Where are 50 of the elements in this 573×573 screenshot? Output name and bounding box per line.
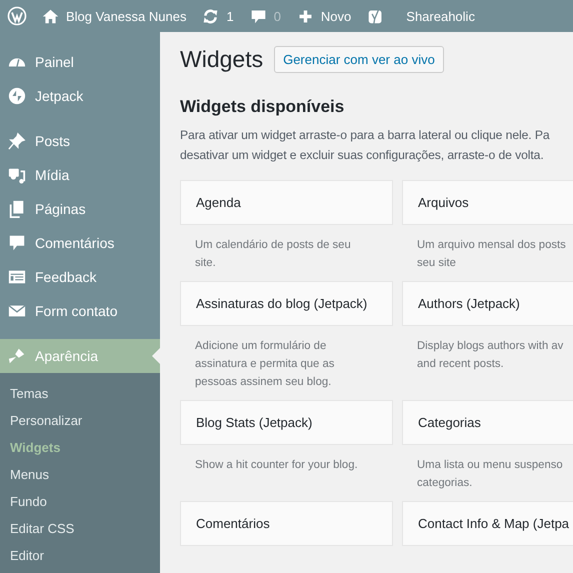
menu-item[interactable]: Feedback [0, 260, 160, 294]
widget-card[interactable]: Contact Info & Map (Jetpa [402, 501, 573, 546]
menu-item[interactable]: Jetpack [0, 79, 160, 113]
submenu-item[interactable]: Editar CSS [0, 515, 160, 542]
widget-description: Show a hit counter for your blog. [194, 458, 359, 473]
refresh-icon [202, 8, 220, 24]
submenu-item[interactable]: Menus [0, 461, 160, 488]
menu-item[interactable]: Páginas [0, 192, 160, 226]
intro-text: Para ativar um widget arraste-o para a barra lateral ou clique nele. Pa desativar um widget e excluir suas configurações, arraste-o de volta. [180, 127, 551, 164]
seo-logo-icon[interactable] [367, 8, 384, 24]
widget-description: Display blogs authors with av and recent posts. [416, 339, 564, 372]
media-icon [8, 166, 26, 184]
site-link[interactable]: Blog Vanessa Nunes [42, 8, 186, 24]
bolt-circle-icon [8, 87, 26, 105]
new-link[interactable]: Novo [296, 8, 352, 24]
widget-card[interactable]: Assinaturas do blog (Jetpack) [180, 281, 393, 326]
comment-icon [8, 234, 26, 252]
widget-description: Um arquivo mensal dos posts seu site [416, 238, 567, 271]
widget-card[interactable]: Blog Stats (Jetpack) [180, 400, 393, 445]
form-icon [8, 268, 26, 286]
submenu-item[interactable]: Personalizar [0, 407, 160, 434]
submenu-item[interactable]: Fundo [0, 488, 160, 515]
pages-icon [8, 200, 26, 218]
widget-card[interactable]: Categorias [402, 400, 573, 445]
manage-live-button[interactable]: Gerenciar com ver ao vivo [274, 46, 444, 73]
section-title: Widgets disponíveis [180, 97, 346, 117]
menu-item[interactable]: Form contato [0, 294, 160, 328]
submenu-item[interactable]: Editor [0, 542, 160, 569]
comment-icon [250, 8, 267, 24]
pin-icon [8, 132, 26, 150]
plus-icon [296, 8, 314, 24]
widget-card[interactable]: Agenda [180, 180, 393, 225]
submenu-item[interactable]: Temas [0, 380, 160, 407]
widget-description: Uma lista ou menu suspenso categorias. [416, 458, 564, 491]
widget-card[interactable]: Arquivos [402, 180, 573, 225]
widget-description: Adicione um formulário de assinatura e permita que as pessoas assinem seu blog. [194, 339, 336, 390]
home-icon [42, 8, 59, 24]
shareaholic-link[interactable]: Shareaholic [406, 8, 475, 24]
widget-card[interactable]: Comentários [180, 501, 393, 546]
menu-item[interactable]: Painel [0, 45, 160, 79]
page-title: Widgets [180, 46, 264, 73]
menu-item[interactable]: Comentários [0, 226, 160, 260]
widget-description: Um calendário de posts de seu site. [194, 238, 352, 271]
menu-item[interactable]: Posts [0, 124, 160, 158]
widget-card[interactable]: Authors (Jetpack) [402, 281, 573, 326]
wordpress-logo-icon[interactable] [7, 6, 27, 26]
menu-item[interactable]: Mídia [0, 158, 160, 192]
submenu-item[interactable]: Widgets [0, 434, 160, 461]
menu-item[interactable]: Aparência [0, 339, 160, 373]
updates-link[interactable]: 1 [202, 8, 234, 24]
